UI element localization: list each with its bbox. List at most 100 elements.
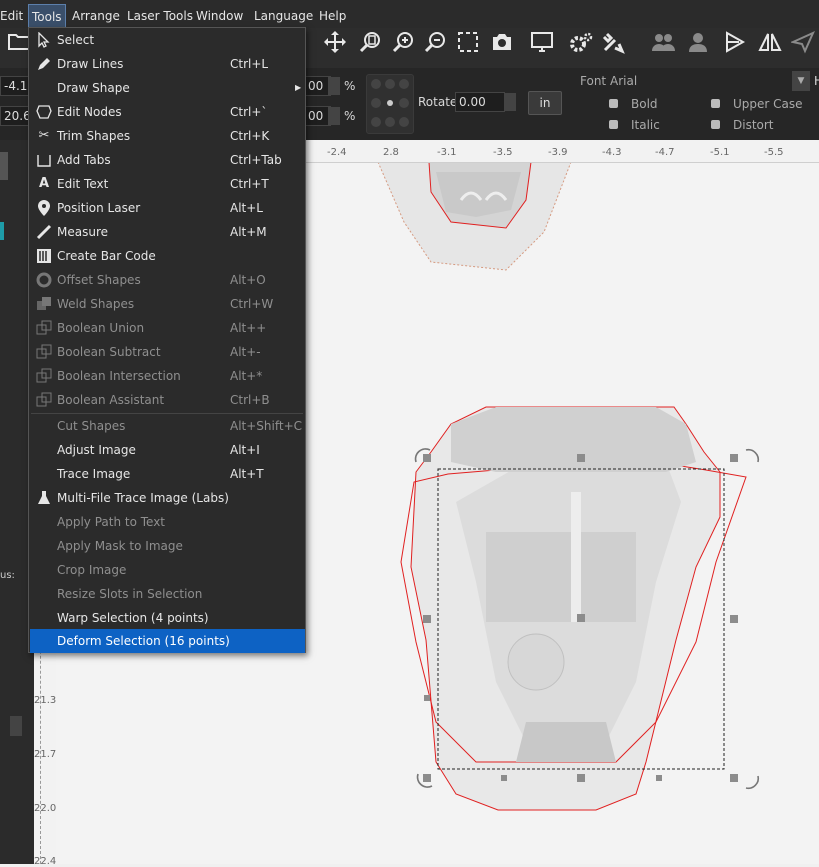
hruler-tick: -4.7 (655, 147, 675, 158)
tool-strip-top (0, 152, 8, 180)
menu-item-resize-slots[interactable]: Resize Slots in Selection (30, 582, 305, 606)
pen-icon (36, 56, 52, 72)
italic-toggle[interactable] (609, 120, 618, 129)
resize-handle[interactable] (423, 615, 431, 623)
tools-icon[interactable] (598, 30, 628, 60)
menu-item-weld-shapes[interactable]: Weld Shapes Ctrl+W (30, 292, 305, 316)
offset-icon (36, 272, 52, 288)
anchor-grid[interactable] (366, 74, 414, 134)
menu-item-measure[interactable]: Measure Alt+M (30, 220, 305, 244)
font-select[interactable]: Arial (607, 71, 812, 91)
edit-nodes-icon (36, 104, 52, 120)
x-position-field[interactable]: -4.11 (0, 76, 35, 96)
y-position-field[interactable]: 20.67 (0, 106, 38, 126)
boolean-subtract-icon (36, 344, 52, 360)
menu-bar: Edit Tools Arrange Laser Tools Window La… (0, 0, 819, 30)
height-spinner[interactable] (328, 107, 340, 125)
menu-item-crop-image[interactable]: Crop Image (30, 558, 305, 582)
barcode-icon (36, 248, 52, 264)
menu-tools[interactable]: Tools (28, 4, 66, 30)
unit-button[interactable]: in (528, 91, 562, 115)
cursor-icon (36, 31, 52, 48)
resize-handle[interactable] (424, 695, 430, 701)
scissors-icon: ✂ (38, 128, 50, 143)
hruler-tick: -3.5 (493, 147, 513, 158)
menu-edit[interactable]: Edit (0, 0, 26, 28)
height-field[interactable]: 00 (304, 106, 331, 126)
resize-handle[interactable] (577, 774, 585, 782)
group-users-icon[interactable] (648, 30, 678, 60)
boolean-assistant-icon (36, 392, 52, 408)
user-icon[interactable] (683, 30, 713, 60)
menu-item-select[interactable]: Select (30, 28, 305, 52)
chevron-down-icon[interactable]: ▼ (792, 71, 810, 91)
center-handle[interactable] (577, 614, 585, 622)
laser-icon[interactable] (720, 30, 750, 60)
settings-icon[interactable] (566, 30, 596, 60)
menu-item-draw-shape[interactable]: Draw Shape ▶ (30, 76, 305, 100)
camera-icon[interactable] (487, 30, 517, 60)
menu-item-adjust-image[interactable]: Adjust Image Alt+I (30, 438, 305, 462)
menu-item-boolean-union[interactable]: Boolean Union Alt++ (30, 316, 305, 340)
menu-laser-tools[interactable]: Laser Tools (124, 0, 196, 28)
left-spinner[interactable] (10, 716, 22, 736)
menu-item-boolean-subtract[interactable]: Boolean Subtract Alt+- (30, 340, 305, 364)
width-field[interactable]: 00 (304, 76, 331, 96)
height-percent: % (344, 109, 356, 123)
menu-window[interactable]: Window (193, 0, 246, 28)
resize-handle[interactable] (730, 774, 738, 782)
rotate-spinner[interactable] (504, 93, 516, 111)
monitor-icon[interactable] (527, 30, 557, 60)
distort-toggle[interactable] (711, 120, 720, 129)
mirror-icon[interactable] (755, 30, 785, 60)
menu-help[interactable]: Help (316, 0, 349, 28)
menu-item-offset-shapes[interactable]: Offset Shapes Alt+O (30, 268, 305, 292)
menu-item-draw-lines[interactable]: Draw Lines Ctrl+L (30, 52, 305, 76)
menu-item-cut-shapes[interactable]: Cut Shapes Alt+Shift+C (30, 414, 305, 438)
resize-handle[interactable] (423, 454, 431, 462)
rotate-handle-br (745, 775, 760, 790)
menu-item-trim-shapes[interactable]: ✂ Trim Shapes Ctrl+K (30, 124, 305, 148)
resize-handle[interactable] (656, 775, 662, 781)
zoom-page-icon[interactable] (355, 30, 385, 60)
rotate-handle-tr (745, 448, 760, 463)
zoom-in-icon[interactable] (388, 30, 418, 60)
menu-item-warp-selection[interactable]: Warp Selection (4 points) (30, 606, 305, 630)
menu-item-position-laser[interactable]: Position Laser Alt+L (30, 196, 305, 220)
text-icon: A (38, 176, 50, 191)
upper-case-toggle[interactable] (711, 99, 720, 108)
zoom-out-icon[interactable] (420, 30, 450, 60)
resize-handle[interactable] (501, 775, 507, 781)
bold-label: Bold (631, 97, 658, 111)
italic-label: Italic (631, 118, 660, 132)
resize-handle[interactable] (730, 454, 738, 462)
move-icon[interactable] (320, 30, 350, 60)
menu-item-edit-nodes[interactable]: Edit Nodes Ctrl+` (30, 100, 305, 124)
resize-handle[interactable] (423, 774, 431, 782)
zoom-selection-icon[interactable] (453, 30, 483, 60)
menu-arrange[interactable]: Arrange (69, 0, 123, 28)
menu-item-boolean-intersection[interactable]: Boolean Intersection Alt+* (30, 364, 305, 388)
bold-toggle[interactable] (609, 99, 618, 108)
ruler-icon (36, 224, 52, 240)
hruler-tick: -4.3 (602, 147, 622, 158)
rotate-field[interactable]: 0.00 (455, 92, 505, 112)
resize-handle[interactable] (730, 615, 738, 623)
menu-item-boolean-assistant[interactable]: Boolean Assistant Ctrl+B (30, 388, 305, 412)
menu-item-trace-image[interactable]: Trace Image Alt+T (30, 462, 305, 486)
menu-language[interactable]: Language (251, 0, 316, 28)
vruler-tick: 22.0 (34, 803, 57, 814)
send-icon[interactable] (788, 30, 818, 60)
width-percent: % (344, 79, 356, 93)
menu-item-create-bar-code[interactable]: Create Bar Code (30, 244, 305, 268)
menu-item-apply-mask-to-image[interactable]: Apply Mask to Image (30, 534, 305, 558)
resize-handle[interactable] (577, 454, 585, 462)
menu-item-multi-file-trace[interactable]: Multi-File Trace Image (Labs) (30, 486, 305, 510)
menu-item-add-tabs[interactable]: Add Tabs Ctrl+Tab (30, 148, 305, 172)
menu-item-edit-text[interactable]: A Edit Text Ctrl+T (30, 172, 305, 196)
submenu-arrow-icon: ▶ (295, 83, 302, 92)
menu-item-apply-path-to-text[interactable]: Apply Path to Text (30, 510, 305, 534)
menu-item-deform-selection[interactable]: Deform Selection (16 points) (30, 629, 305, 653)
width-spinner[interactable] (328, 77, 340, 95)
ring-main (400, 406, 747, 811)
